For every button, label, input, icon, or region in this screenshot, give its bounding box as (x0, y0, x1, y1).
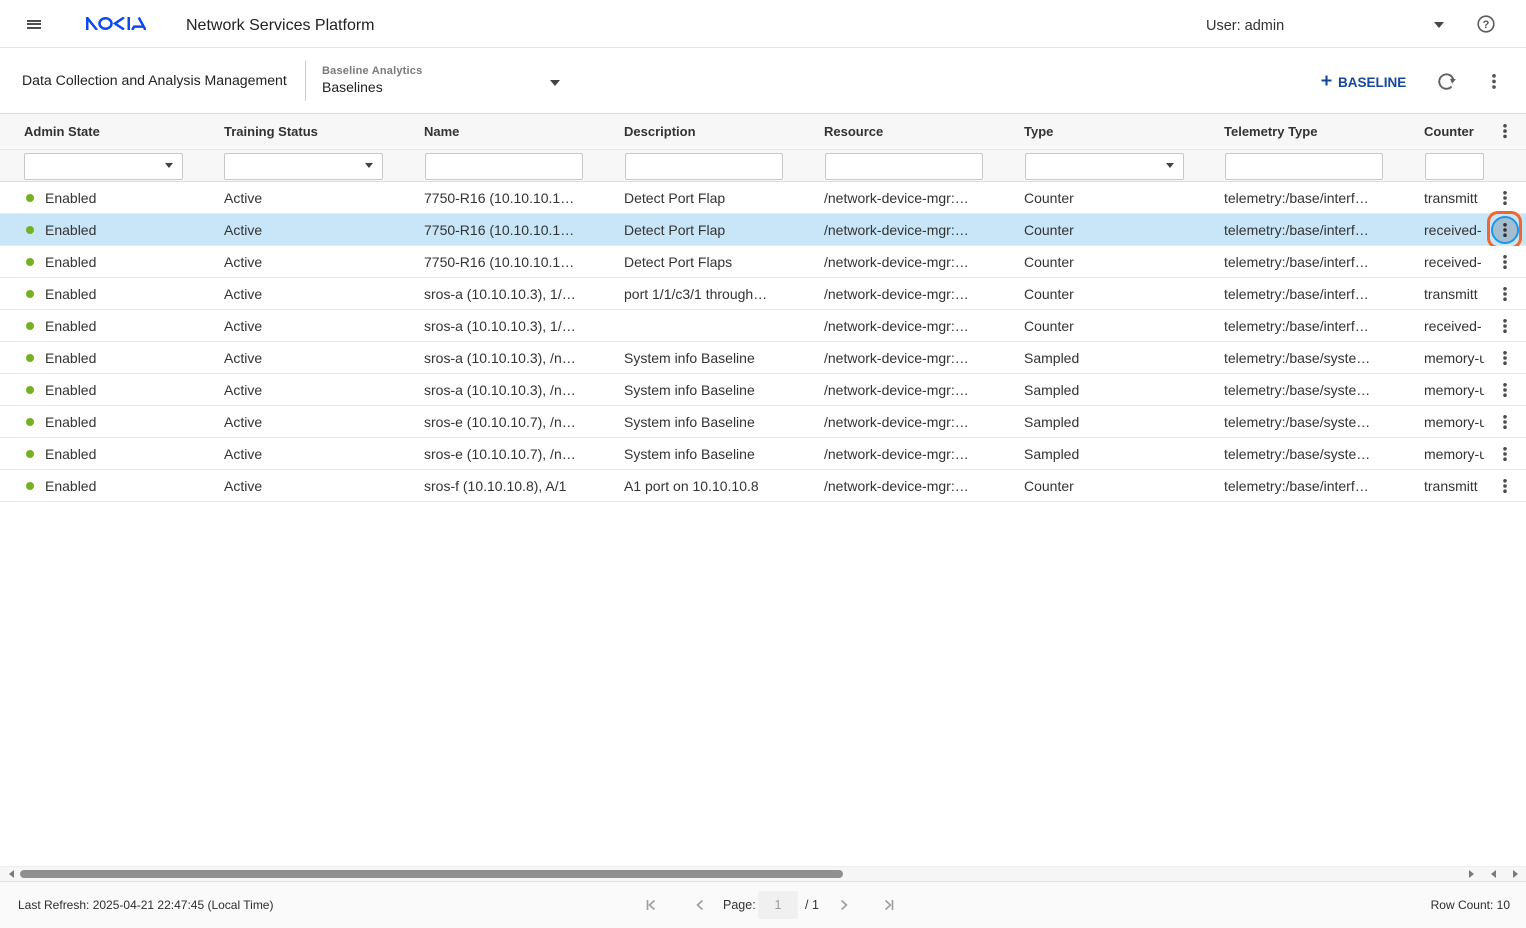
svg-text:?: ? (1483, 19, 1490, 31)
